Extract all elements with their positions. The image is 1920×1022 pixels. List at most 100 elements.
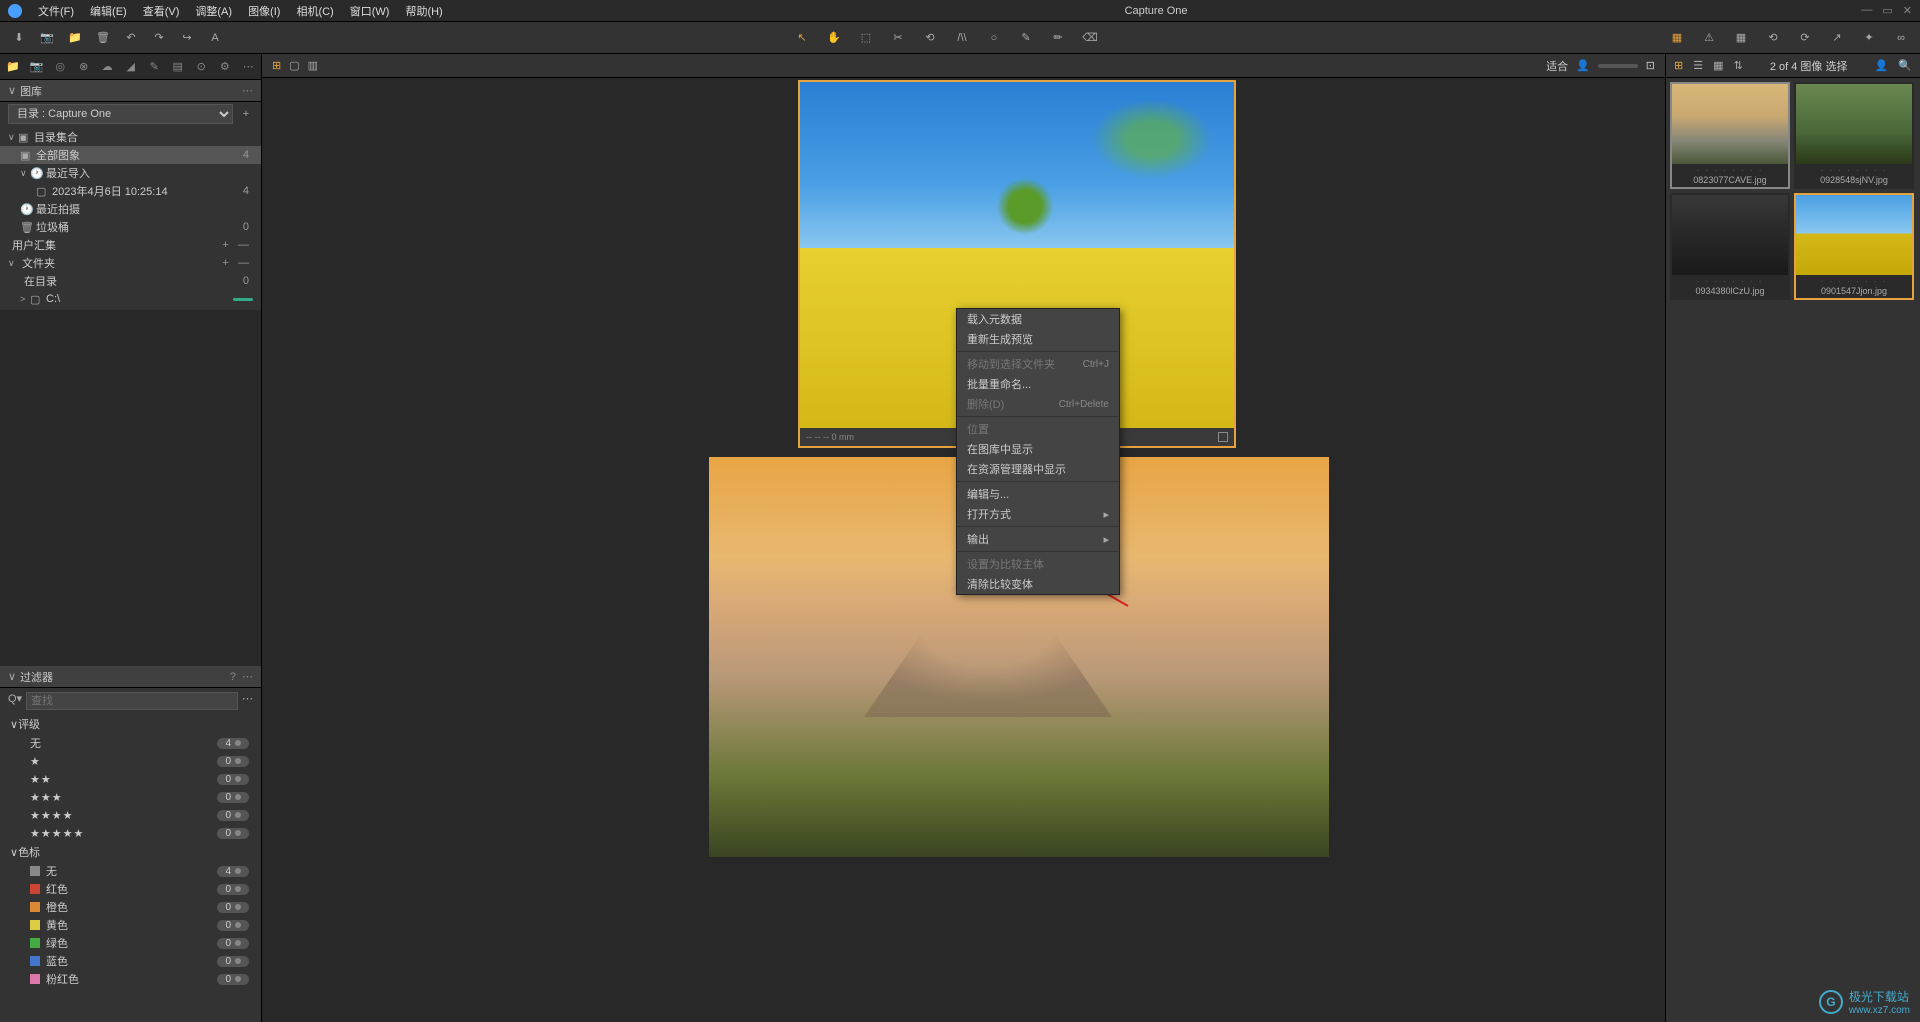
exposure-tab-icon[interactable]: ☁ — [100, 59, 114, 75]
filter-header[interactable]: ∨ 过滤器 ? ⋯ — [0, 666, 261, 688]
library-header[interactable]: ∨ 图库 ⋯ — [0, 80, 261, 102]
menu-adjust[interactable]: 调整(A) — [187, 3, 240, 19]
context-menu-item[interactable]: 编辑与... — [957, 484, 1119, 504]
search-input[interactable] — [26, 692, 238, 710]
tree-recent-date[interactable]: ▢2023年4月6日 10:25:144 — [0, 182, 261, 200]
context-menu-item[interactable]: 批量重命名... — [957, 374, 1119, 394]
tree-in-catalog[interactable]: 在目录0 — [0, 272, 261, 290]
context-menu-item[interactable]: 在资源管理器中显示 — [957, 459, 1119, 479]
tree-trash[interactable]: 🗑垃圾桶0 — [0, 218, 261, 236]
menu-image[interactable]: 图像(I) — [240, 3, 288, 19]
person2-icon[interactable]: 👤 — [1875, 59, 1889, 72]
tree-drive[interactable]: >▢C:\ — [0, 290, 261, 308]
keystone-icon[interactable]: /\\ — [953, 29, 971, 47]
erase-icon[interactable]: ⌫ — [1081, 29, 1099, 47]
rotate-icon[interactable]: ⟲ — [921, 29, 939, 47]
crop2-icon[interactable]: ✂ — [889, 29, 907, 47]
rating-row[interactable]: 无4 — [0, 734, 261, 752]
rating-row[interactable]: ★★0 — [0, 770, 261, 788]
settings-icon[interactable]: ⊡ — [1646, 59, 1655, 72]
tree-user-collection[interactable]: 用户汇集+ — — [0, 236, 261, 254]
adjust-tab-icon[interactable]: ✎ — [147, 59, 161, 75]
import-icon[interactable]: ⬇ — [10, 29, 28, 47]
color-tab-icon[interactable]: ⊗ — [77, 59, 91, 75]
cursor-icon[interactable]: ↖ — [793, 29, 811, 47]
close-icon[interactable]: ✕ — [1903, 4, 1912, 17]
color-row[interactable]: 黄色0 — [0, 916, 261, 934]
grid-icon[interactable]: ▦ — [1732, 29, 1750, 47]
spot-icon[interactable]: ○ — [985, 29, 1003, 47]
context-menu-item[interactable]: 打开方式▸ — [957, 504, 1119, 524]
menu-help[interactable]: 帮助(H) — [397, 3, 450, 19]
thumbnail[interactable]: · · · · · · · ·0901547Jjon.jpg — [1794, 193, 1914, 300]
rating-row[interactable]: ★★★★★0 — [0, 824, 261, 842]
warning-icon[interactable]: ⚠ — [1700, 29, 1718, 47]
single-view-icon[interactable]: ▢ — [289, 59, 299, 72]
rotate-right-icon[interactable]: ⟳ — [1796, 29, 1814, 47]
menu-file[interactable]: 文件(F) — [30, 3, 82, 19]
panel-menu-icon[interactable]: ⋯ — [242, 84, 253, 97]
grid-view-icon[interactable]: ⊞ — [272, 59, 281, 72]
color-row[interactable]: 蓝色0 — [0, 952, 261, 970]
hand-icon[interactable]: ✋ — [825, 29, 843, 47]
sort-icon[interactable]: ⇅ — [1734, 59, 1743, 72]
thumb-grid-icon[interactable]: ⊞ — [1674, 59, 1683, 72]
zoom-slider[interactable] — [1598, 64, 1638, 68]
tree-recent-import[interactable]: ∨🕐最近导入 — [0, 164, 261, 182]
minimize-icon[interactable]: — — [1861, 4, 1872, 17]
redo2-icon[interactable]: ↪ — [178, 29, 196, 47]
color-row[interactable]: 粉红色0 — [0, 970, 261, 988]
variant-icon[interactable] — [1218, 432, 1228, 442]
tree-recent-shoot[interactable]: 🕐最近拍摄 — [0, 200, 261, 218]
details-tab-icon[interactable]: ◢ — [124, 59, 138, 75]
multiview-icon[interactable]: ▦ — [1668, 29, 1686, 47]
batch-tab-icon[interactable]: ⚙ — [218, 59, 232, 75]
menu-edit[interactable]: 编辑(E) — [82, 3, 135, 19]
thumbnail[interactable]: · · · · · · · ·0934380lCzU.jpg — [1670, 193, 1790, 300]
tree-all-images[interactable]: ▣全部图象4 — [0, 146, 261, 164]
camera-icon[interactable]: 📷 — [38, 29, 56, 47]
person-icon[interactable]: 👤 — [1576, 59, 1590, 72]
library-tab-icon[interactable]: 📁 — [6, 59, 20, 75]
tree-catalog-set[interactable]: ∨▣目录集合 — [0, 128, 261, 146]
color-row[interactable]: 绿色0 — [0, 934, 261, 952]
rating-row[interactable]: ★★★0 — [0, 788, 261, 806]
search2-icon[interactable]: 🔍 — [1898, 59, 1912, 72]
capture-tab-icon[interactable]: 📷 — [30, 59, 44, 75]
rotate-left-icon[interactable]: ⟲ — [1764, 29, 1782, 47]
lens-tab-icon[interactable]: ◎ — [53, 59, 67, 75]
rating-row[interactable]: ★★★★0 — [0, 806, 261, 824]
tree-folder[interactable]: ∨文件夹+ — — [0, 254, 261, 272]
trash-icon[interactable]: 🗑 — [94, 29, 112, 47]
draw-icon[interactable]: ✏ — [1049, 29, 1067, 47]
rating-row[interactable]: ★0 — [0, 752, 261, 770]
context-menu-item[interactable]: 重新生成预览 — [957, 329, 1119, 349]
context-menu-item[interactable]: 清除比较变体 — [957, 574, 1119, 594]
color-row[interactable]: 橙色0 — [0, 898, 261, 916]
wand-icon[interactable]: ✦ — [1860, 29, 1878, 47]
output-tab-icon[interactable]: ⊙ — [195, 59, 209, 75]
color-collapse[interactable]: ∨ 色标 — [0, 842, 261, 862]
rating-collapse[interactable]: ∨ 评级 — [0, 714, 261, 734]
more-tab-icon[interactable]: ⋯ — [242, 59, 256, 75]
color-row[interactable]: 红色0 — [0, 880, 261, 898]
catalog-select[interactable]: 目录 : Capture One — [8, 104, 233, 124]
context-menu-item[interactable]: 在图库中显示 — [957, 439, 1119, 459]
folder-icon[interactable]: 📁 — [66, 29, 84, 47]
undo-icon[interactable]: ↶ — [122, 29, 140, 47]
color-row[interactable]: 无4 — [0, 862, 261, 880]
split-view-icon[interactable]: ▥ — [308, 59, 318, 72]
type-icon[interactable]: A — [206, 29, 224, 47]
maximize-icon[interactable]: ▭ — [1882, 4, 1892, 17]
metadata-tab-icon[interactable]: ▤ — [171, 59, 185, 75]
thumbnail[interactable]: · · · · · · · ·0928548sjNV.jpg — [1794, 82, 1914, 189]
thumbnail[interactable]: · · · · · · · ·0823077CAVE.jpg — [1670, 82, 1790, 189]
export-icon[interactable]: ↗ — [1828, 29, 1846, 47]
brush-icon[interactable]: ✎ — [1017, 29, 1035, 47]
menu-view[interactable]: 查看(V) — [135, 3, 188, 19]
thumb-film-icon[interactable]: ▦ — [1713, 59, 1723, 72]
crop-icon[interactable]: ⬚ — [857, 29, 875, 47]
add-catalog-icon[interactable]: + — [239, 108, 253, 120]
filter-help-icon[interactable]: ? ⋯ — [230, 670, 253, 683]
link-icon[interactable]: ∞ — [1892, 29, 1910, 47]
